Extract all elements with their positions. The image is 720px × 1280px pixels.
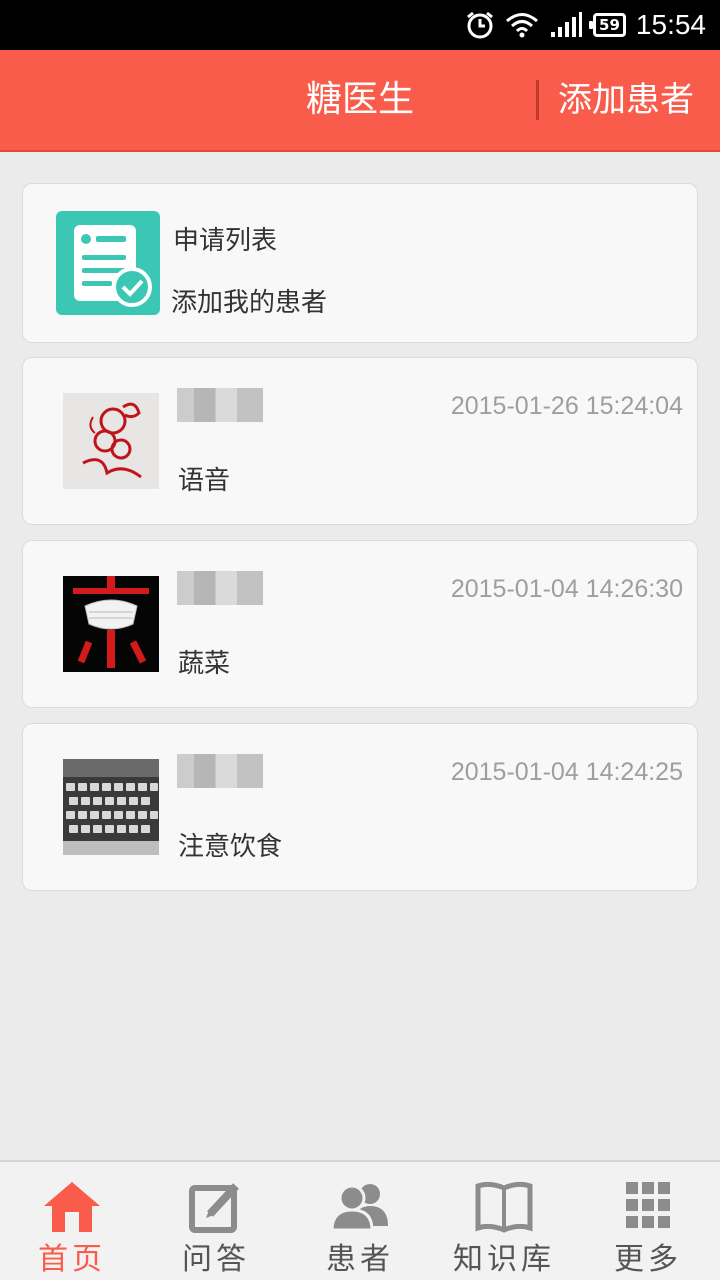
wifi-icon xyxy=(505,12,539,38)
grid-icon xyxy=(616,1178,680,1234)
header-divider xyxy=(536,80,539,120)
nav-label: 知识库 xyxy=(453,1242,555,1277)
patient-name-blurred xyxy=(177,754,263,788)
message-time: 2015-01-04 14:24:25 xyxy=(450,758,683,786)
message-card[interactable]: 2015-01-26 15:24:04 语音 xyxy=(22,357,698,525)
message-text: 注意饮食 xyxy=(178,832,283,862)
message-card[interactable]: 2015-01-04 14:26:30 蔬菜 xyxy=(22,540,698,708)
nav-label: 更多 xyxy=(614,1242,682,1277)
nav-label: 首页 xyxy=(38,1242,106,1277)
nav-more[interactable]: 更多 xyxy=(576,1162,720,1280)
bottom-navigation: 首页 问答 患者 知识库 更多 xyxy=(0,1160,720,1280)
avatar xyxy=(63,393,159,489)
alarm-icon xyxy=(465,10,495,40)
nav-label: 患者 xyxy=(326,1242,394,1277)
message-card[interactable]: 2015-01-04 14:24:25 注意饮食 xyxy=(22,723,698,891)
patient-name-blurred xyxy=(177,571,263,605)
nav-knowledge[interactable]: 知识库 xyxy=(432,1162,576,1280)
message-text: 语音 xyxy=(178,466,231,496)
add-patient-button[interactable]: 添加患者 xyxy=(558,50,694,150)
message-text: 蔬菜 xyxy=(178,649,231,679)
nav-home[interactable]: 首页 xyxy=(0,1162,144,1280)
apply-list-title: 申请列表 xyxy=(173,226,278,256)
edit-icon xyxy=(184,1178,248,1234)
home-icon xyxy=(40,1178,104,1234)
status-time: 15:54 xyxy=(635,9,706,40)
message-time: 2015-01-26 15:24:04 xyxy=(450,392,683,420)
application-list-icon xyxy=(56,211,160,315)
patients-icon xyxy=(328,1178,392,1234)
nav-label: 问答 xyxy=(182,1242,250,1277)
status-bar: 59 15:54 xyxy=(0,0,720,50)
avatar xyxy=(63,759,159,855)
nav-qa[interactable]: 问答 xyxy=(144,1162,288,1280)
apply-list-card[interactable]: 申请列表 添加我的患者 xyxy=(22,183,698,343)
apply-list-subtitle: 添加我的患者 xyxy=(171,288,328,318)
nav-patients[interactable]: 患者 xyxy=(288,1162,432,1280)
signal-icon xyxy=(549,12,583,38)
app-header: 糖医生 添加患者 xyxy=(0,50,720,152)
battery-icon: 59 xyxy=(589,13,626,37)
book-icon xyxy=(472,1178,536,1234)
patient-name-blurred xyxy=(177,388,263,422)
avatar xyxy=(63,576,159,672)
message-time: 2015-01-04 14:26:30 xyxy=(450,575,683,603)
